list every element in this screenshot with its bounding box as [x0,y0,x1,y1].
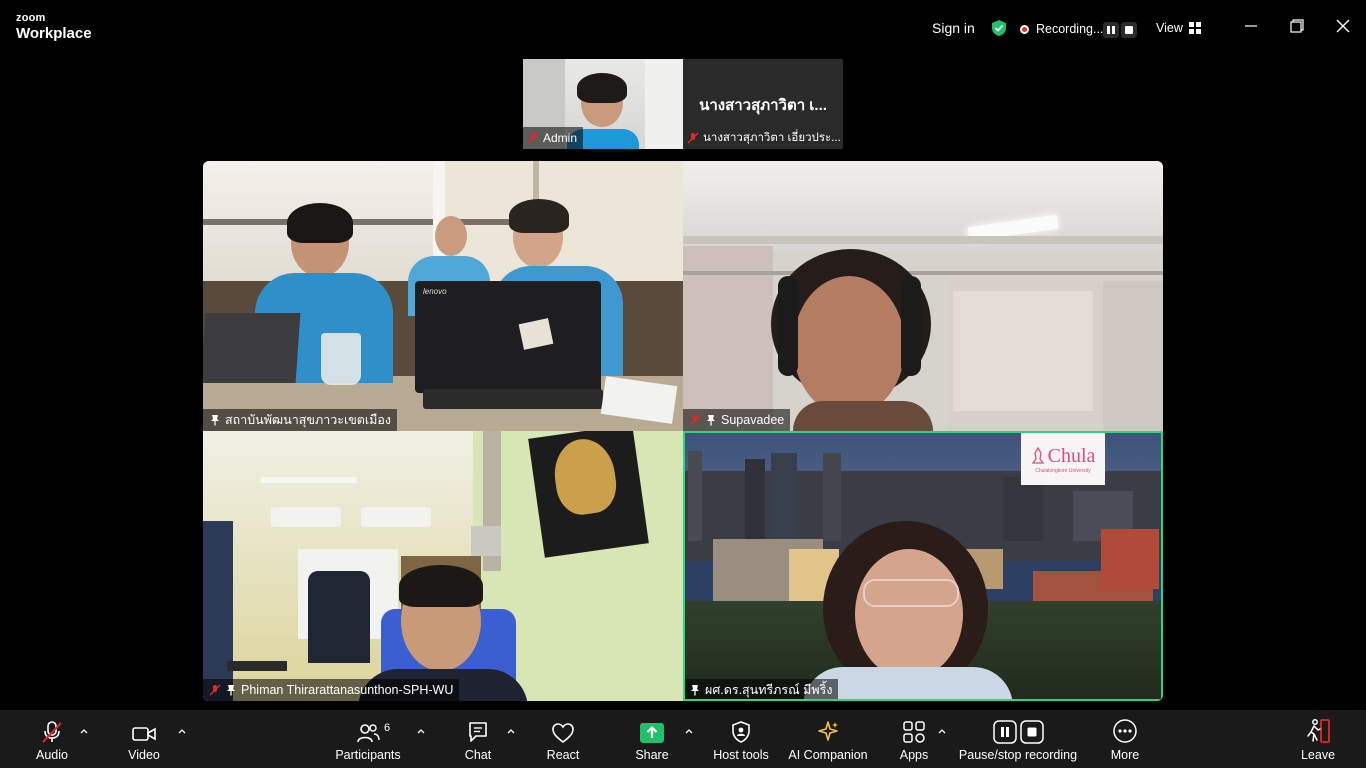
logo-bottom-text: Workplace [16,25,92,42]
view-menu-button[interactable]: View [1156,21,1201,35]
meeting-toolbar: Audio Video Participants 6 Chat React Sh… [0,710,1366,768]
video-tile-supavadee[interactable]: Supavadee [683,161,1163,431]
participant-label: Phiman Thirarattanasunthon-SPH-WU [203,679,460,701]
muted-mic-icon [689,414,701,426]
view-label: View [1156,21,1183,35]
pin-icon [707,415,715,426]
participants-count: 6 [384,722,391,734]
video-options-chevron-icon[interactable] [177,726,187,736]
pause-recording-button[interactable] [1103,22,1119,38]
laptop-brand-text: lenovo [423,287,447,296]
video-tile-institute[interactable]: lenovo สถาบันพัฒนาสุขภาวะเขตเมือง [203,161,683,431]
participant-label: สถาบันพัฒนาสุขภาวะเขตเมือง [203,409,398,431]
pause-stop-recording-label: Pause/stop recording [958,748,1078,762]
participant-name: ผศ.ดร.สุนทรีภรณ์ มีพริ้ง [705,683,833,697]
pin-icon [211,415,219,426]
logo-top-text: zoom [16,12,46,24]
title-bar: zoom Workplace Sign in Recording... View [0,0,1366,52]
host-tools-label: Host tools [713,748,769,762]
host-shield-icon [732,721,750,743]
restore-icon[interactable] [1289,18,1305,34]
chat-bubble-icon [469,722,487,742]
recording-label: Recording... [1036,22,1104,36]
stop-recording-icon [1019,720,1044,744]
participant-display-name: นางสาวสุภาวิตา เ... [699,97,827,114]
muted-mic-icon [687,132,699,144]
encryption-shield-icon[interactable] [990,19,1008,37]
chula-emblem-icon [1031,447,1044,464]
host-tools-button[interactable]: Host tools [710,710,772,768]
gallery-grid-icon [1188,22,1201,34]
ai-sparkle-icon [818,721,838,741]
leave-button[interactable]: Leave [1298,710,1338,768]
participant-name: Phiman Thirarattanasunthon-SPH-WU [241,683,454,697]
chat-label: Chat [464,748,492,762]
participants-button[interactable]: Participants [333,710,403,768]
participants-options-chevron-icon[interactable] [416,726,426,736]
participant-label: ผศ.ดร.สุนทรีภรณ์ มีพริ้ง [683,679,839,701]
video-tile-active-speaker[interactable]: Chula Chulalongkorn University ผศ.ดร.สุน… [683,431,1163,701]
close-icon[interactable] [1335,18,1351,34]
zoom-logo: zoom Workplace [16,12,92,42]
pause-recording-icon [992,720,1017,744]
participant-label: นางสาวสุภาวิตา เอี่ยวประ... [683,127,843,149]
react-label: React [546,748,580,762]
apps-button[interactable]: Apps [894,710,934,768]
participant-label: Supavadee [683,409,791,431]
more-label: More [1110,748,1140,762]
recording-indicator: Recording... [1020,22,1103,36]
apps-label: Apps [899,748,929,762]
pin-icon [227,685,235,696]
video-label: Video [128,748,160,762]
participant-name: Admin [543,131,578,145]
chula-logo: Chula Chulalongkorn University [1021,433,1105,485]
apps-options-chevron-icon[interactable] [937,726,947,736]
video-camera-icon [132,727,156,741]
leave-label: Leave [1300,748,1336,762]
thumbnail-supavita[interactable]: นางสาวสุภาวิตา เ... นางสาวสุภาวิตา เอี่ย… [683,59,843,149]
pause-stop-recording-button[interactable]: Pause/stop recording [958,710,1078,768]
muted-mic-icon [209,684,221,696]
share-options-chevron-icon[interactable] [684,726,694,736]
recording-dot-icon [1020,24,1029,34]
apps-grid-icon [903,721,925,743]
recording-controls [1103,22,1137,38]
participants-icon [357,724,380,743]
ai-companion-label: AI Companion [788,748,868,762]
react-button[interactable]: React [542,710,584,768]
share-screen-icon [640,723,664,743]
audio-label: Audio [36,748,68,762]
participants-label: Participants [335,748,401,762]
share-button[interactable]: Share [632,710,672,768]
heart-icon [552,723,574,744]
chula-logo-subtext: Chulalongkorn University [1035,467,1091,474]
audio-options-chevron-icon[interactable] [79,726,89,736]
participant-label: Admin [523,127,584,149]
pause-icon [1107,26,1115,34]
muted-mic-icon [527,132,539,144]
participant-name: Supavadee [721,413,785,427]
thumbnail-admin[interactable]: Admin [523,59,683,149]
participant-name: นางสาวสุภาวิตา เอี่ยวประ... [703,132,841,144]
leave-door-icon [1307,719,1330,743]
ai-companion-button[interactable]: AI Companion [786,710,870,768]
stop-icon [1125,26,1133,34]
chat-options-chevron-icon[interactable] [506,726,516,736]
muted-mic-icon [42,721,62,743]
video-button[interactable]: Video [122,710,166,768]
sign-in-link[interactable]: Sign in [932,20,975,36]
stop-recording-button[interactable] [1121,22,1137,38]
more-button[interactable]: More [1105,710,1145,768]
chat-button[interactable]: Chat [458,710,498,768]
participant-name: สถาบันพัฒนาสุขภาวะเขตเมือง [225,413,392,427]
video-tile-phiman[interactable]: Phiman Thirarattanasunthon-SPH-WU [203,431,683,701]
chula-logo-text: Chula [1047,444,1096,467]
audio-button[interactable]: Audio [30,710,74,768]
more-dots-icon [1113,719,1137,743]
share-label: Share [635,748,669,762]
minimize-icon[interactable] [1243,18,1259,34]
pin-icon [691,685,699,696]
